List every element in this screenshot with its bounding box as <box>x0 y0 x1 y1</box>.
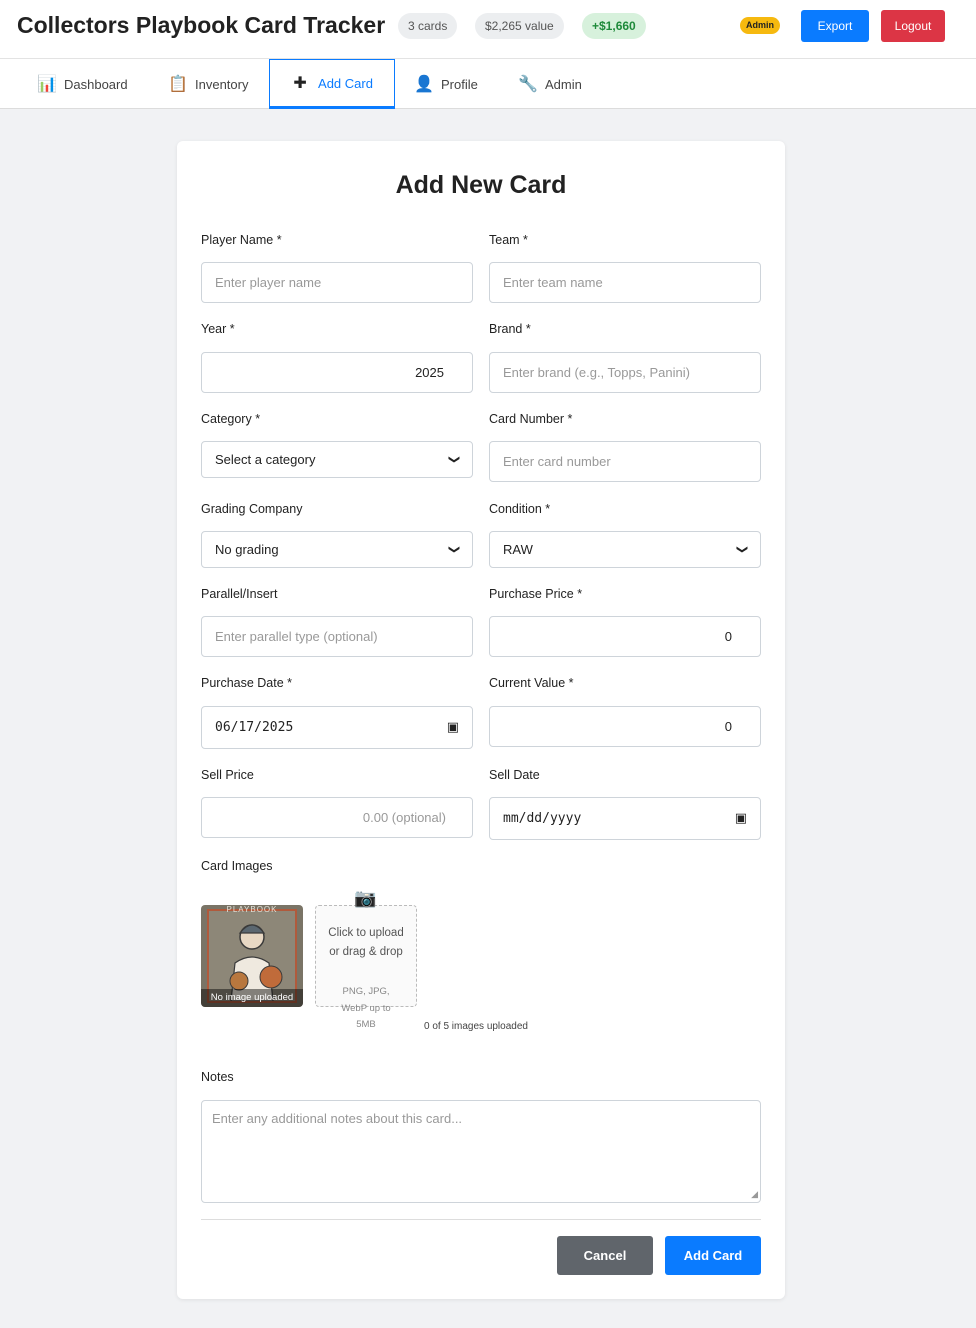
sell-date-value: mm/dd/yyyy <box>503 811 582 826</box>
category-label: Category * <box>201 412 261 426</box>
current-value-label: Current Value * <box>489 676 574 690</box>
playbook-logo: PLAYBOOK <box>226 905 278 914</box>
app-header: Collectors Playbook Card Tracker 3 cards… <box>0 0 976 59</box>
team-label: Team * <box>489 233 528 247</box>
tab-admin[interactable]: 🔧 Admin <box>504 59 596 109</box>
cards-count-badge: 3 cards <box>398 13 458 39</box>
grading-company-select[interactable]: No grading ❯ <box>201 531 473 568</box>
export-button[interactable]: Export <box>801 10 869 42</box>
image-count: 0 of 5 images uploaded <box>424 1021 528 1032</box>
grading-company-value: No grading <box>215 542 279 557</box>
notes-label: Notes <box>201 1070 234 1084</box>
form-title: Add New Card <box>395 171 567 199</box>
parallel-input[interactable]: Enter parallel type (optional) <box>201 616 473 657</box>
total-value-badge: $2,265 value <box>475 13 564 39</box>
admin-role-badge: Admin <box>740 17 780 34</box>
add-card-form: Add New Card Player Name * Enter player … <box>177 141 785 1299</box>
wrench-icon: 🔧 <box>518 76 538 93</box>
sell-price-label: Sell Price <box>201 768 254 782</box>
resize-handle-icon[interactable]: ◢ <box>751 1189 758 1200</box>
category-value: Select a category <box>215 452 316 467</box>
calendar-icon[interactable]: ▣ <box>447 720 459 735</box>
calendar-icon[interactable]: ▣ <box>735 811 747 826</box>
purchase-date-input[interactable]: 06/17/2025 ▣ <box>201 706 473 749</box>
purchase-price-label: Purchase Price * <box>489 587 583 601</box>
parallel-label: Parallel/Insert <box>201 587 278 601</box>
tab-label: Admin <box>545 76 582 92</box>
tab-dashboard[interactable]: 📊 Dashboard <box>23 59 142 109</box>
card-number-input[interactable]: Enter card number <box>489 441 761 482</box>
add-card-button[interactable]: Add Card <box>665 1236 761 1275</box>
logout-button[interactable]: Logout <box>881 10 945 42</box>
image-upload-dropzone[interactable]: 📷 Click to upload or drag & drop PNG, JP… <box>315 888 417 1030</box>
condition-label: Condition * <box>489 502 551 516</box>
tab-label: Dashboard <box>64 76 128 92</box>
grading-company-label: Grading Company <box>201 502 303 516</box>
bar-chart-icon: 📊 <box>37 76 57 93</box>
upload-hint: PNG, JPG, WebP up to 5MB <box>341 986 391 1030</box>
sell-date-label: Sell Date <box>489 768 540 782</box>
purchase-price-input[interactable]: 0 <box>489 616 761 657</box>
camera-icon: 📷 <box>354 888 377 908</box>
user-icon: 👤 <box>414 76 434 93</box>
player-name-input[interactable]: Enter player name <box>201 262 473 303</box>
app-title: Collectors Playbook Card Tracker <box>17 12 386 38</box>
tab-add-card[interactable]: ✚ Add Card <box>269 59 395 109</box>
condition-value: RAW <box>503 542 533 557</box>
category-select[interactable]: Select a category ❯ <box>201 441 473 478</box>
form-divider <box>201 1219 761 1220</box>
notes-placeholder: Enter any additional notes about this ca… <box>212 1111 463 1126</box>
plus-icon: ✚ <box>293 75 307 92</box>
chevron-down-icon: ❯ <box>447 454 460 465</box>
tab-profile[interactable]: 👤 Profile <box>400 59 492 109</box>
tab-label: Inventory <box>195 76 249 92</box>
cancel-button[interactable]: Cancel <box>557 1236 653 1275</box>
player-name-label: Player Name * <box>201 233 282 247</box>
player-illustration <box>209 911 295 1002</box>
tab-label: Profile <box>441 76 478 92</box>
current-value-input[interactable]: 0 <box>489 706 761 747</box>
team-input[interactable]: Enter team name <box>489 262 761 303</box>
tab-inventory[interactable]: 📋 Inventory <box>154 59 262 109</box>
upload-instructions: Click to upload or drag & drop <box>328 927 404 958</box>
tab-label: Add Card <box>318 75 373 91</box>
card-images-label: Card Images <box>201 859 273 873</box>
chevron-down-icon: ❯ <box>447 544 460 555</box>
purchase-date-label: Purchase Date * <box>201 676 293 690</box>
notes-textarea[interactable]: Enter any additional notes about this ca… <box>201 1100 761 1203</box>
year-input[interactable]: 2025 <box>201 352 473 393</box>
condition-select[interactable]: RAW ❯ <box>489 531 761 568</box>
gain-badge: +$1,660 <box>582 13 646 39</box>
sell-date-input[interactable]: mm/dd/yyyy ▣ <box>489 797 761 840</box>
sell-price-input[interactable]: 0.00 (optional) <box>201 797 473 838</box>
thumb-caption: No image uploaded <box>210 992 294 1003</box>
nav-tabs: 📊 Dashboard 📋 Inventory ✚ Add Card 👤 Pro… <box>0 59 976 109</box>
clipboard-icon: 📋 <box>168 76 188 93</box>
brand-input[interactable]: Enter brand (e.g., Topps, Panini) <box>489 352 761 393</box>
brand-label: Brand * <box>489 322 531 336</box>
card-number-label: Card Number * <box>489 412 573 426</box>
purchase-date-value: 06/17/2025 <box>215 720 294 735</box>
year-label: Year * <box>201 322 235 336</box>
card-image-thumbnail[interactable]: PLAYBOOK No image uploaded <box>201 905 303 1007</box>
chevron-down-icon: ❯ <box>735 544 748 555</box>
